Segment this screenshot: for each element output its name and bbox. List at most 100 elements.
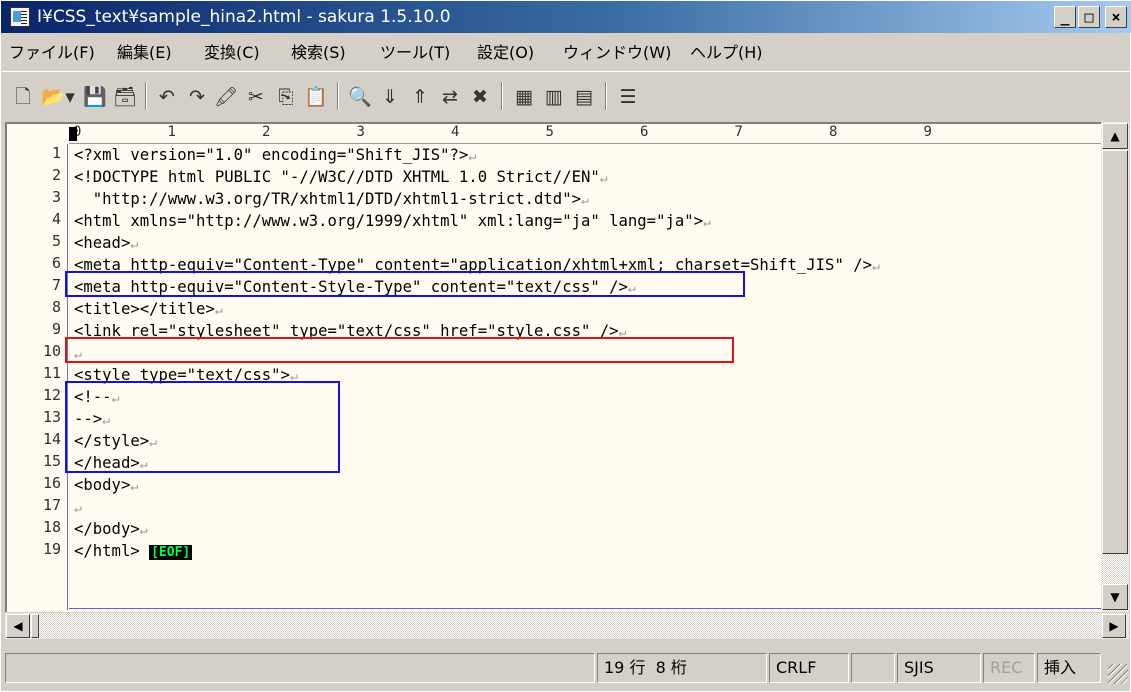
app-window: I¥CSS_text¥sample_hina2.html - sakura 1.… — [0, 0, 1131, 692]
compare-icon[interactable]: ▥ — [542, 85, 566, 109]
undo-icon[interactable]: ↶ — [155, 85, 179, 109]
close-button[interactable]: × — [1105, 6, 1127, 28]
return-mark-icon: ↵ — [703, 215, 711, 230]
status-line: 19 行 — [604, 658, 646, 677]
highlight-box-link-stylesheet — [65, 337, 734, 363]
outline-icon[interactable]: ▤ — [572, 85, 596, 109]
code-line[interactable]: <title></title>↵ — [74, 300, 223, 322]
code-line[interactable]: <!DOCTYPE html PUBLIC "-//W3C//DTD XHTML… — [74, 168, 608, 190]
menu-convert[interactable]: 変換(C) — [204, 39, 260, 63]
replace-icon[interactable]: ⇄ — [438, 85, 462, 109]
find-next-icon[interactable]: ⇓ — [378, 85, 402, 109]
ruler-tick: 7 — [734, 124, 743, 140]
app-icon[interactable] — [10, 7, 30, 27]
return-mark-icon: ↵ — [130, 237, 139, 252]
status-rec[interactable]: REC — [983, 653, 1035, 683]
line-number-gutter: 1 2 3 4 5 6 7 8 9 10 11 12 13 14 15 16 17 18 19 — [7, 144, 69, 610]
ruler-tick: 9 — [923, 124, 932, 140]
status-insert-mode[interactable]: 挿入 — [1037, 653, 1101, 683]
ruler-tick: 3 — [356, 124, 365, 140]
maximize-button[interactable]: □ — [1078, 6, 1100, 28]
highlight-icon[interactable]: 🖍 — [214, 85, 238, 109]
toolbar: 🗋 📂 ▾ 💾 🗃 ↶ ↷ 🖍 ✂ ⎘ 📋 🔍 ⇓ ⇑ ⇄ ✖ ▦ ▥ ▤ ☰ — [1, 71, 1131, 119]
line-number: 19 — [42, 540, 61, 558]
code-line[interactable]: ↵ — [74, 498, 82, 520]
status-column: 8 桁 — [655, 658, 687, 677]
ruler-tick: 6 — [640, 124, 649, 140]
line-number: 18 — [42, 518, 61, 536]
line-number: 3 — [51, 188, 61, 206]
code-line-text: <?xml version="1.0" encoding="Shift_JIS"… — [74, 146, 469, 164]
horizontal-scrollbar[interactable]: ◀ ▶ — [5, 613, 1129, 639]
copy-icon[interactable]: ⎘ — [274, 85, 298, 109]
minimize-button[interactable]: _ — [1054, 6, 1076, 28]
code-line-text: <!DOCTYPE html PUBLIC "-//W3C//DTD XHTML… — [74, 168, 600, 186]
scroll-up-icon[interactable]: ▲ — [1102, 123, 1128, 149]
return-mark-icon: ↵ — [130, 479, 139, 494]
resize-grip-icon[interactable] — [1108, 664, 1128, 684]
find-prev-icon[interactable]: ⇑ — [408, 85, 432, 109]
editor-area[interactable]: 0123456789 1 2 3 4 5 6 7 8 9 10 11 12 13 14 15 16 17 18 19… — [5, 122, 1103, 612]
code-line[interactable]: </html> [EOF] — [74, 542, 193, 564]
grep-icon[interactable]: ▦ — [512, 85, 536, 109]
save-icon[interactable]: 💾 — [83, 85, 107, 109]
code-line[interactable]: </body>↵ — [74, 520, 148, 542]
line-number: 4 — [51, 210, 61, 228]
menu-settings[interactable]: 設定(O) — [477, 39, 534, 63]
line-number: 11 — [42, 364, 61, 382]
open-folder-icon[interactable]: 📂 — [41, 85, 65, 109]
ruler-tick: 2 — [262, 124, 271, 140]
clear-mark-icon[interactable]: ✖ — [468, 85, 492, 109]
line-number: 2 — [51, 166, 61, 184]
new-file-icon[interactable]: 🗋 — [11, 85, 35, 109]
menu-window[interactable]: ウィンドウ(W) — [563, 39, 671, 63]
save-all-icon[interactable]: 🗃 — [113, 85, 137, 109]
line-number: 14 — [42, 430, 61, 448]
line-number: 17 — [42, 496, 61, 514]
menu-file[interactable]: ファイル(F) — [9, 39, 95, 63]
code-line[interactable]: <head>↵ — [74, 234, 138, 256]
ruler-tick: 4 — [451, 124, 460, 140]
vertical-scroll-thumb[interactable] — [1102, 150, 1128, 554]
window-title: I¥CSS_text¥sample_hina2.html - sakura 1.… — [37, 7, 451, 27]
code-line[interactable]: <?xml version="1.0" encoding="Shift_JIS"… — [74, 146, 476, 168]
status-newline[interactable]: CRLF — [769, 653, 849, 683]
line-number: 6 — [51, 254, 61, 272]
vertical-scrollbar[interactable]: ▲ ▼ — [1101, 122, 1129, 612]
code-line-text: <title></title> — [74, 300, 215, 318]
line-number: 7 — [51, 276, 61, 294]
settings-icon[interactable]: ☰ — [616, 85, 640, 109]
paste-icon[interactable]: 📋 — [304, 85, 328, 109]
code-line-text: </body> — [74, 520, 140, 538]
status-encoding[interactable]: SJIS — [897, 653, 981, 683]
line-number: 12 — [42, 386, 61, 404]
toolbar-separator — [605, 82, 607, 110]
cut-icon[interactable]: ✂ — [244, 85, 268, 109]
code-line[interactable]: <body>↵ — [74, 476, 138, 498]
toolbar-separator — [337, 82, 339, 110]
line-number: 9 — [51, 320, 61, 338]
menu-help[interactable]: ヘルプ(H) — [690, 39, 763, 63]
menu-tools[interactable]: ツール(T) — [380, 39, 450, 63]
return-mark-icon: ↵ — [599, 171, 608, 186]
line-number: 16 — [42, 474, 61, 492]
dropdown-arrow-icon[interactable]: ▾ — [63, 85, 77, 109]
code-line-text: <body> — [74, 476, 131, 494]
find-icon[interactable]: 🔍 — [348, 85, 372, 109]
return-mark-icon: ↵ — [872, 259, 880, 274]
title-bar[interactable]: I¥CSS_text¥sample_hina2.html - sakura 1.… — [1, 1, 1131, 33]
highlight-box-style-block — [65, 381, 340, 473]
horizontal-scroll-thumb[interactable] — [31, 614, 39, 638]
scroll-right-icon[interactable]: ▶ — [1102, 614, 1126, 638]
code-line-text: <html xmlns="http://www.w3.org/1999/xhtm… — [74, 212, 704, 230]
toolbar-separator — [145, 82, 147, 110]
scroll-down-icon[interactable]: ▼ — [1102, 584, 1128, 610]
menu-edit[interactable]: 編集(E) — [117, 39, 172, 63]
eof-rule — [69, 608, 1103, 609]
redo-icon[interactable]: ↷ — [185, 85, 209, 109]
menu-search[interactable]: 検索(S) — [291, 39, 346, 63]
toolbar-separator — [501, 82, 503, 110]
scroll-left-icon[interactable]: ◀ — [6, 614, 30, 638]
code-line[interactable]: "http://www.w3.org/TR/xhtml1/DTD/xhtml1-… — [74, 190, 589, 212]
code-line[interactable]: <html xmlns="http://www.w3.org/1999/xhtm… — [74, 212, 711, 234]
